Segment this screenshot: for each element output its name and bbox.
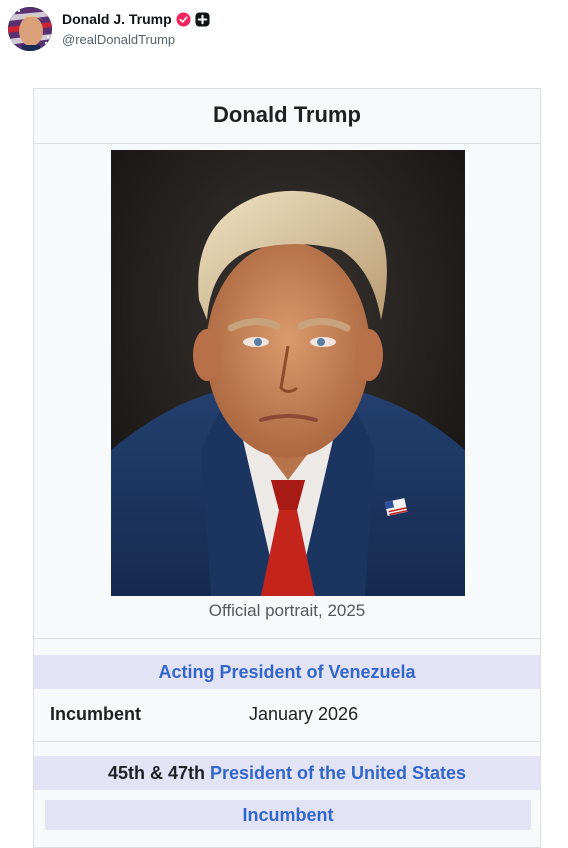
affiliate-badge-icon — [195, 11, 210, 27]
user-handle[interactable]: @realDonaldTrump — [62, 32, 210, 47]
office-link-venezuela[interactable]: Acting President of Venezuela — [158, 662, 415, 682]
incumbent-sub-header[interactable]: Incumbent — [45, 800, 531, 830]
row-label: Incumbent — [50, 704, 142, 724]
office-header-venezuela: Acting President of Venezuela — [34, 655, 540, 689]
display-name[interactable]: Donald J. Trump — [62, 11, 172, 27]
portrait-caption: Official portrait, 2025 — [208, 601, 366, 620]
post-header: Donald J. Trump @realDonaldTrump — [8, 7, 548, 53]
verified-badge-icon — [176, 11, 191, 27]
divider — [34, 638, 540, 639]
infobox-title: Donald Trump — [34, 89, 540, 144]
wikipedia-infobox: Donald Trump Official portrait, 2025 Act… — [33, 88, 541, 848]
avatar[interactable] — [8, 7, 52, 51]
row-value: January 2026 — [249, 704, 359, 724]
office-header-us-president: 45th & 47th President of the United Stat… — [34, 756, 540, 790]
official-portrait-image[interactable] — [111, 150, 465, 596]
office-ordinal: 45th & 47th — [107, 763, 205, 783]
office-row-incumbent: Incumbent January 2026 — [34, 697, 540, 731]
incumbent-label[interactable]: Incumbent — [242, 805, 333, 825]
office-link-us-president[interactable]: President of the United States — [210, 763, 466, 783]
divider — [34, 741, 540, 742]
post-author: Donald J. Trump @realDonaldTrump — [62, 10, 210, 47]
